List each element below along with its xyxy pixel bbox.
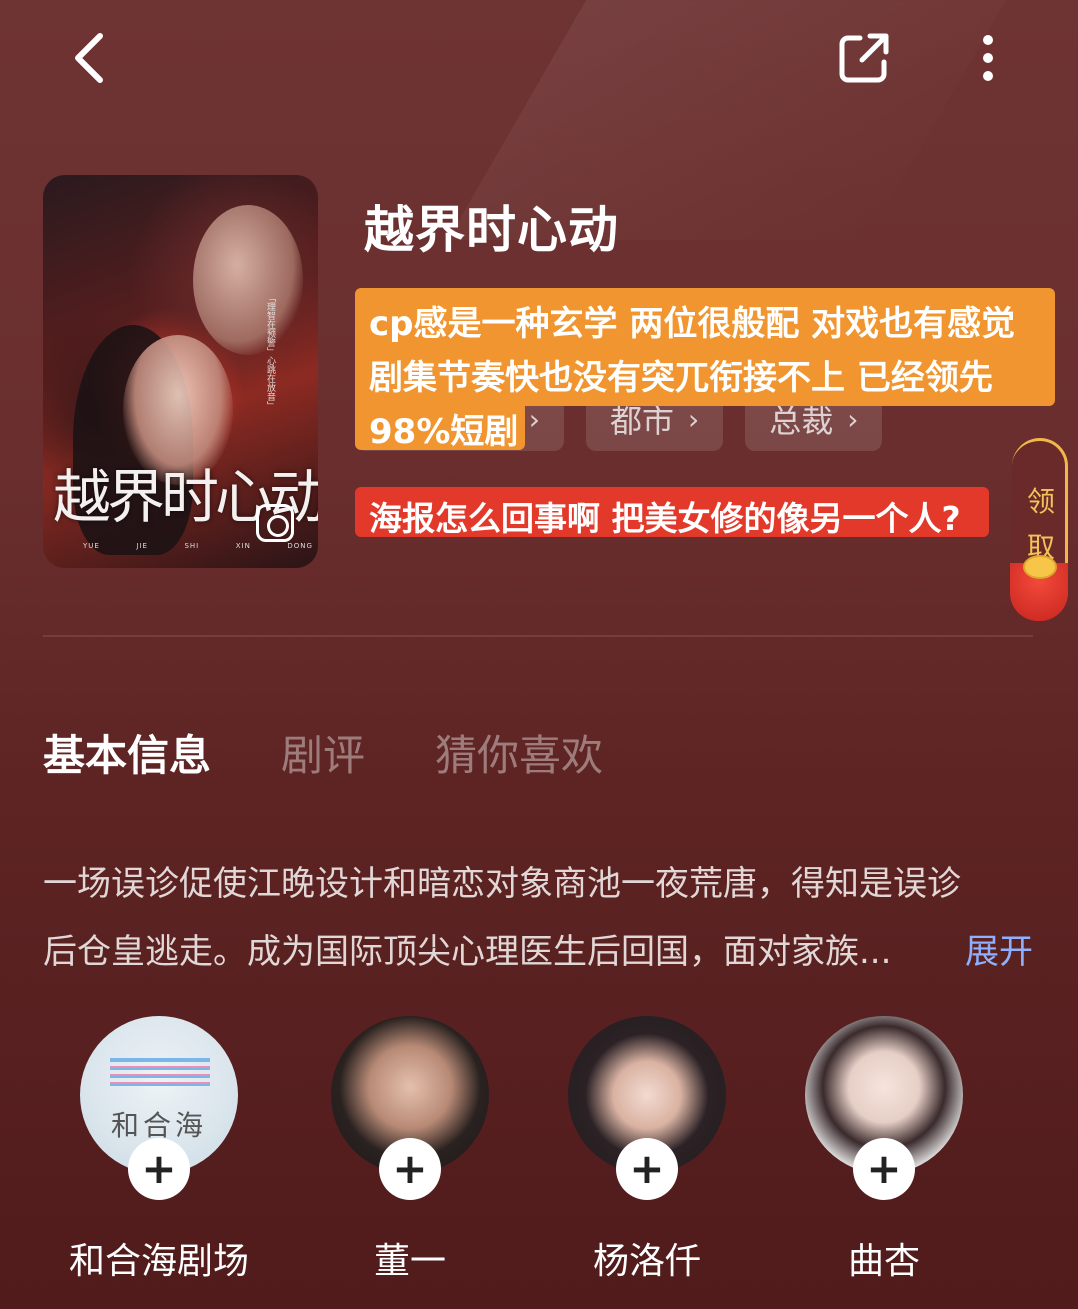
- follow-button[interactable]: +: [379, 1138, 441, 1200]
- cast-item[interactable]: 和合海 + 和合海剧场 短剧版权方: [29, 1016, 289, 1309]
- more-vertical-icon: [983, 35, 993, 81]
- more-button[interactable]: [962, 28, 1014, 88]
- coin-icon: [1023, 555, 1057, 579]
- follow-button[interactable]: +: [616, 1138, 678, 1200]
- show-poster[interactable]: 「理智在预警」心跳在放音」 越界时心动 YUE JIE SHI XIN DONG: [43, 175, 318, 568]
- poster-pinyin: YUE JIE SHI XIN DONG: [83, 542, 313, 550]
- follow-button[interactable]: +: [128, 1138, 190, 1200]
- annotation-text: 剧集节奏快也没有突兀衔接不上 已经领先: [369, 358, 993, 398]
- follow-button[interactable]: +: [853, 1138, 915, 1200]
- claim-reward-button[interactable]: 领 取: [1010, 438, 1068, 621]
- cast-item[interactable]: + 杨洛仟 饰 江晚: [517, 1016, 777, 1309]
- cast-role: 饰 沐珊珊: [754, 1300, 1014, 1309]
- cast-list: 和合海 + 和合海剧场 短剧版权方 + 董一 饰 商池 + 杨洛仟 饰 江晚 +…: [0, 1016, 1078, 1309]
- tab-basic-info[interactable]: 基本信息: [43, 722, 211, 783]
- divider: [43, 635, 1033, 637]
- cast-role: 短剧版权方: [29, 1300, 289, 1309]
- chevron-left-icon: [75, 33, 103, 83]
- camera-icon: [256, 504, 294, 542]
- annotation-text: 98%短剧: [369, 412, 519, 452]
- plus-icon: +: [629, 1144, 665, 1193]
- chevron-right-icon: ›: [528, 402, 540, 436]
- poster-tagline: 「理智在预警」心跳在放音」: [265, 293, 275, 410]
- synopsis-text: 后仓皇逃走。成为国际顶尖心理医生后回国，面对家族...: [43, 932, 892, 972]
- logo-stripes: [110, 1062, 210, 1086]
- cast-item[interactable]: + 曲杏 饰 沐珊珊: [754, 1016, 1014, 1309]
- plus-icon: +: [866, 1144, 902, 1193]
- poster-figure-male: [193, 205, 303, 355]
- tab-bar: 基本信息 剧评 猜你喜欢: [43, 722, 673, 783]
- tab-recommendations[interactable]: 猜你喜欢: [435, 722, 603, 783]
- annotation-text: 海报怎么回事啊 把美女修的像另一个人?: [369, 499, 961, 538]
- cast-name: 杨洛仟: [592, 1241, 701, 1282]
- plus-icon: +: [141, 1144, 177, 1193]
- cast-role: 饰 江晚: [517, 1300, 777, 1309]
- cast-name: 曲杏: [847, 1241, 920, 1282]
- expand-link[interactable]: 展开: [965, 918, 1033, 986]
- plus-icon: +: [392, 1144, 428, 1193]
- tab-reviews[interactable]: 剧评: [281, 722, 365, 783]
- synopsis-text: 一场误诊促使江晚设计和暗恋对象商池一夜荒唐，得知是误诊: [43, 864, 961, 904]
- chevron-right-icon: ›: [688, 402, 700, 436]
- cast-role: 饰 商池: [280, 1300, 540, 1309]
- synopsis: 一场误诊促使江晚设计和暗恋对象商池一夜荒唐，得知是误诊 后仓皇逃走。成为国际顶尖…: [43, 850, 1033, 986]
- back-button[interactable]: [60, 28, 116, 88]
- cast-name: 和合海剧场: [68, 1241, 249, 1282]
- share-button[interactable]: [836, 28, 892, 88]
- show-title: 越界时心动: [364, 201, 619, 259]
- cast-item[interactable]: + 董一 饰 商池: [280, 1016, 540, 1309]
- chevron-right-icon: ›: [847, 402, 859, 436]
- cast-name: 董一: [373, 1241, 446, 1282]
- share-icon: [839, 33, 889, 83]
- annotation-text: cp感是一种玄学 两位很般配 对戏也有感觉: [369, 304, 1016, 344]
